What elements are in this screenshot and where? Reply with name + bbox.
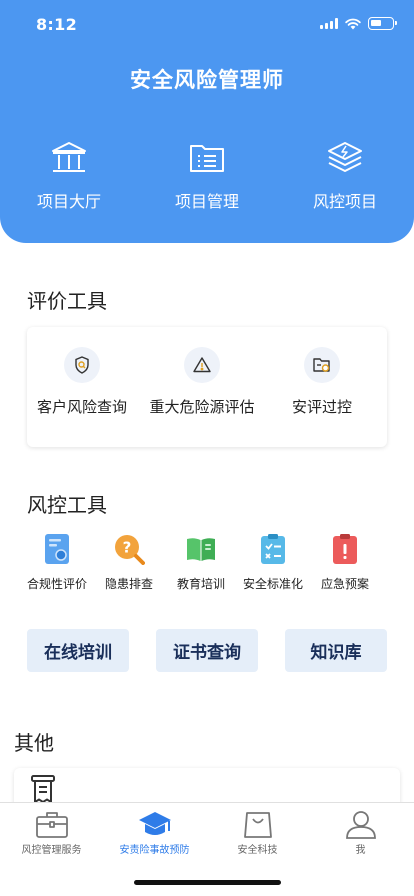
open-book-icon (187, 538, 215, 561)
question-search-icon: ? (115, 535, 145, 565)
eval-safety-control[interactable]: 安评过控 (267, 327, 377, 447)
emergency-clipboard-icon (333, 534, 357, 564)
layers-icon (328, 142, 362, 172)
nav-project-hall[interactable]: 项目大厅 (9, 140, 129, 212)
risk-compliance[interactable]: 合规性评价 (17, 533, 97, 592)
tab-risk-management-service[interactable]: 风控管理服务 (0, 803, 103, 863)
risk-emergency-plan-label: 应急预案 (320, 577, 369, 591)
nav-risk-projects-label: 风控项目 (312, 192, 377, 211)
tab-safety-technology[interactable]: 安全科技 (206, 803, 309, 863)
page-title: 安全风险管理师 (130, 68, 284, 92)
receipt-icon[interactable] (30, 774, 56, 804)
eval-tools-card: 客户风险查询 重大危险源评估 安评过控 (27, 327, 387, 447)
signal-icon (320, 18, 338, 29)
status-bar: 8:12 (0, 0, 414, 48)
header: 8:12 安全风险管理师 项目大厅 项目管理 风控项目 (0, 0, 414, 243)
nav-project-hall-label: 项目大厅 (36, 192, 101, 211)
folder-clock-icon (313, 358, 330, 372)
eval-tools-title: 评价工具 (27, 289, 107, 313)
eval-major-hazard[interactable]: 重大危险源评估 (137, 327, 267, 447)
wifi-icon (345, 18, 361, 29)
user-icon (345, 811, 376, 839)
tab-me[interactable]: 我 (309, 803, 412, 863)
certificate-query-button[interactable]: 证书查询 (156, 629, 258, 672)
battery-icon (368, 17, 397, 30)
shopping-bag-icon (243, 812, 272, 838)
graduation-cap-icon (138, 812, 171, 835)
home-indicator (134, 880, 281, 885)
nav-project-management-label: 项目管理 (174, 192, 239, 211)
risk-education-label: 教育培训 (176, 577, 225, 591)
eval-major-hazard-label: 重大危险源评估 (149, 398, 255, 416)
briefcase-icon (35, 812, 68, 838)
eval-customer-risk-label: 客户风险查询 (36, 398, 127, 416)
risk-emergency-plan[interactable]: 应急预案 (305, 533, 385, 592)
risk-tools-title: 风控工具 (27, 493, 107, 517)
risk-hazard-check[interactable]: ? 隐患排查 (89, 533, 169, 592)
eval-safety-control-label: 安评过控 (291, 398, 352, 416)
nav-risk-projects[interactable]: 风控项目 (285, 140, 405, 212)
shield-search-icon (75, 356, 89, 374)
risk-compliance-label: 合规性评价 (26, 577, 87, 591)
tab-safety-technology-label: 安全科技 (237, 845, 278, 856)
header-nav: 项目大厅 项目管理 风控项目 (0, 140, 414, 216)
risk-standardization-label: 安全标准化 (242, 577, 303, 591)
knowledge-base-button[interactable]: 知识库 (285, 629, 387, 672)
eval-customer-risk[interactable]: 客户风险查询 (27, 327, 137, 447)
folder-list-icon (190, 145, 224, 172)
tab-me-label: 我 (355, 845, 366, 856)
status-time: 8:12 (36, 15, 77, 34)
tab-accident-prevention[interactable]: 安责险事故预防 (103, 803, 206, 863)
warning-triangle-icon (193, 357, 211, 373)
svg-text:?: ? (123, 539, 132, 557)
risk-education[interactable]: 教育培训 (161, 533, 241, 592)
status-icons (320, 17, 397, 30)
other-title: 其他 (14, 731, 54, 755)
online-training-button[interactable]: 在线培训 (27, 629, 129, 672)
risk-hazard-check-label: 隐患排查 (104, 577, 153, 591)
checklist-icon (261, 534, 285, 564)
risk-standardization[interactable]: 安全标准化 (233, 533, 313, 592)
tab-accident-prevention-label: 安责险事故预防 (119, 845, 190, 856)
compliance-doc-icon (45, 534, 69, 564)
building-icon (52, 142, 86, 172)
nav-project-management[interactable]: 项目管理 (147, 140, 267, 212)
tab-risk-management-service-label: 风控管理服务 (21, 845, 82, 856)
